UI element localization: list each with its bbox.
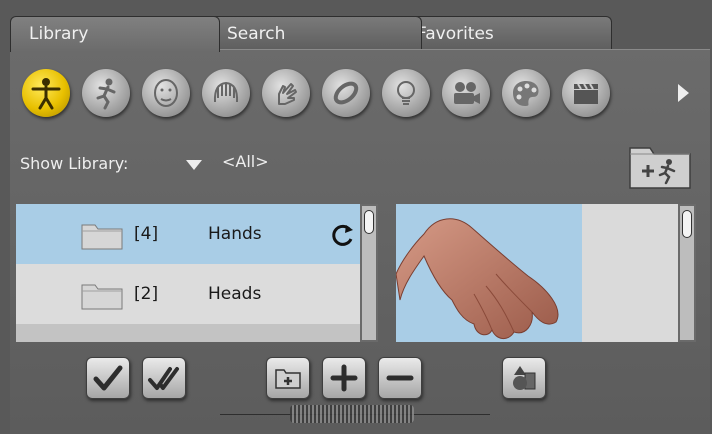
- item-count: [4]: [134, 224, 159, 244]
- pose-icon: [96, 78, 116, 110]
- camera-icon: [454, 82, 480, 104]
- props-icon: [333, 81, 359, 105]
- tab-label: Search: [227, 24, 286, 44]
- folder-plus-icon: [275, 369, 301, 389]
- tab-favorites[interactable]: Favorites: [398, 16, 612, 50]
- category-figures-button[interactable]: [22, 69, 70, 117]
- category-hands-button[interactable]: [262, 69, 310, 117]
- show-library-value[interactable]: <All>: [222, 152, 269, 171]
- folder-icon: [81, 284, 123, 310]
- preview-scrollbar[interactable]: [678, 204, 696, 342]
- category-props-button[interactable]: [322, 69, 370, 117]
- minus-icon: [386, 375, 414, 381]
- figure-icon: [31, 78, 61, 110]
- resize-grip[interactable]: [290, 405, 414, 423]
- tab-search[interactable]: Search: [208, 16, 422, 50]
- item-name: Hands: [208, 224, 262, 244]
- list-item[interactable]: [2] Heads: [16, 264, 360, 324]
- tab-label: Favorites: [417, 24, 494, 44]
- preview-background: [582, 204, 678, 342]
- category-poses-animation-button[interactable]: [562, 69, 610, 117]
- category-hair-button[interactable]: [202, 69, 250, 117]
- add-to-library-button[interactable]: [322, 357, 366, 399]
- item-name: Heads: [208, 284, 262, 304]
- tab-label: Library: [29, 24, 89, 44]
- category-cameras-button[interactable]: [442, 69, 490, 117]
- materials-icon: [513, 81, 539, 106]
- plus-icon: [330, 364, 358, 392]
- apply-button[interactable]: [86, 357, 130, 399]
- preview-thumbnail: [396, 204, 582, 342]
- new-folder-button[interactable]: [628, 142, 694, 192]
- library-options-button[interactable]: [502, 357, 546, 399]
- category-expressions-button[interactable]: [142, 69, 190, 117]
- list-scrollbar[interactable]: [360, 204, 378, 342]
- category-materials-button[interactable]: [502, 69, 550, 117]
- face-icon: [154, 79, 178, 107]
- item-count: [2]: [134, 284, 159, 304]
- scroll-right-arrow-icon[interactable]: [678, 84, 689, 102]
- checkmark-icon: [93, 365, 123, 391]
- category-poses-button[interactable]: [82, 69, 130, 117]
- category-lights-button[interactable]: [382, 69, 430, 117]
- hand-preview-image: [396, 218, 559, 339]
- dropdown-arrow-icon[interactable]: [186, 160, 202, 170]
- list-scroll-thumb[interactable]: [364, 210, 374, 234]
- double-checkmark-icon: [148, 367, 179, 390]
- add-folder-button[interactable]: [266, 357, 310, 399]
- hair-icon: [213, 81, 239, 103]
- list-item-partial: [16, 324, 360, 342]
- show-library-label: Show Library:: [20, 154, 129, 173]
- preview-scroll-thumb[interactable]: [682, 210, 692, 238]
- hand-icon: [278, 83, 297, 105]
- tab-library[interactable]: Library: [10, 16, 220, 52]
- list-item[interactable]: [4] Hands: [16, 204, 360, 264]
- shapes-icon: [513, 366, 536, 390]
- refresh-icon[interactable]: [330, 222, 356, 248]
- library-palette: Favorites Search Library Show Library: <…: [0, 0, 712, 434]
- light-icon: [397, 81, 415, 105]
- add-to-scene-button[interactable]: [142, 357, 186, 399]
- folder-icon: [81, 224, 123, 250]
- library-list[interactable]: [4] Hands [2] Heads: [16, 204, 360, 342]
- clapboard-icon: [574, 83, 598, 104]
- tab-bar: Favorites Search Library: [10, 16, 710, 52]
- remove-from-library-button[interactable]: [378, 357, 422, 399]
